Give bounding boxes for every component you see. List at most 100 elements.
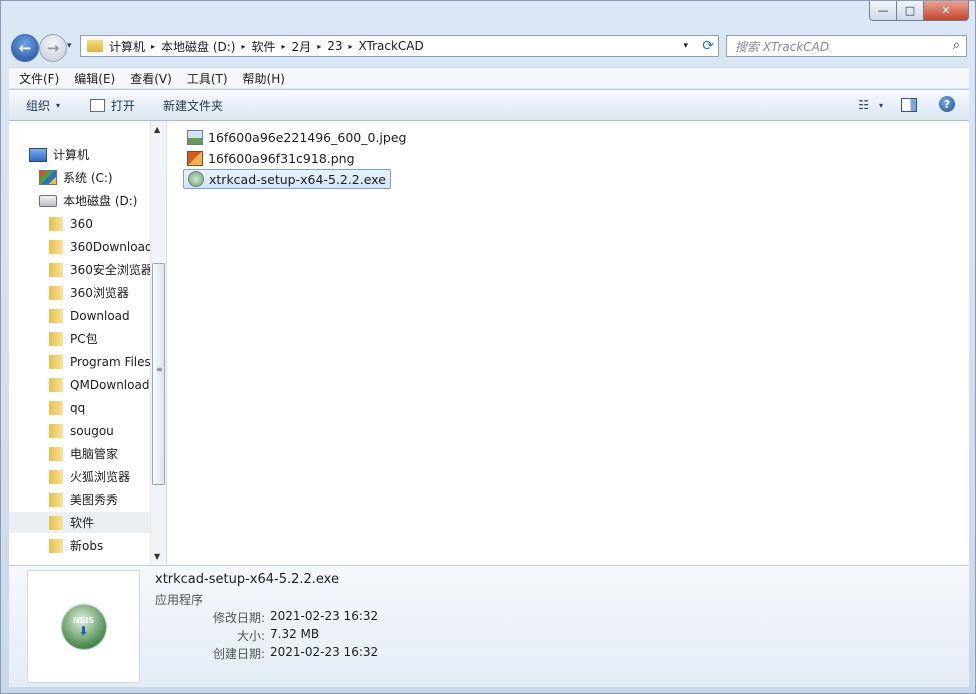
installer-icon [188,171,204,187]
tree-item-drive-c[interactable]: 系统 (C:) [39,167,165,188]
tree-item-folder[interactable]: 火狐浏览器 [49,466,165,487]
scrollbar-thumb[interactable]: ≡ [152,263,165,485]
close-button[interactable]: ✕ [924,1,969,21]
breadcrumb-drive-d[interactable]: 本地磁盘 (D:) ▸ [161,38,251,55]
chevron-right-icon[interactable]: ▸ [348,42,352,51]
address-history-dropdown[interactable]: ▾ [683,41,688,51]
chevron-right-icon[interactable]: ▸ [151,42,155,51]
breadcrumb-february[interactable]: 2月 ▸ [292,38,328,55]
details-value: 2021-02-23 16:32 [270,609,379,623]
folder-icon [49,354,63,369]
tree-label: sougou [70,423,114,438]
organize-button[interactable]: 组织 ▾ [9,97,70,114]
menu-file[interactable]: 文件(F) [9,70,64,87]
organize-label: 组织 [26,98,51,113]
tree-item-folder[interactable]: sougou [49,420,165,441]
tree-label: 360浏览器 [70,286,129,300]
file-item-png[interactable]: 16f600a96f31c918.png [183,148,359,168]
recent-pages-dropdown[interactable]: ▾ [67,41,72,51]
back-button[interactable]: ← [11,34,39,62]
tree-label: 系统 (C:) [63,171,113,185]
tree-item-folder[interactable]: Download [49,305,165,326]
search-icon[interactable]: ⌕ [953,38,960,53]
menu-tools[interactable]: 工具(T) [177,70,233,87]
tree-item-folder[interactable]: Program Files [49,351,165,372]
chevron-right-icon[interactable]: ▸ [282,42,286,51]
breadcrumb-computer[interactable]: 计算机 ▸ [109,38,161,55]
folder-icon [49,515,63,530]
folder-icon [87,40,103,52]
folder-icon [49,538,63,553]
refresh-icon[interactable]: ⟳ [702,38,714,54]
tree-item-folder[interactable]: qq [49,397,165,418]
tree-label: 360 [70,216,93,231]
download-arrow-icon: ⬇ [78,624,89,638]
tree-label: 电脑管家 [70,447,119,461]
view-icon: ☷ [858,98,869,112]
tree-item-folder[interactable]: 360安全浏览器 [49,259,165,280]
open-button[interactable]: 打开 [70,97,145,114]
open-icon [90,98,106,112]
details-file-name: xtrkcad-setup-x64-5.2.2.exe [155,572,339,587]
menu-edit[interactable]: 编辑(E) [64,70,120,87]
scroll-down-icon[interactable]: ▼ [154,552,160,561]
address-bar[interactable]: 计算机 ▸ 本地磁盘 (D:) ▸ 软件 ▸ 2月 ▸ 23 ▸ XTrackCAD ▾ … [80,35,719,57]
tree-item-folder[interactable]: 360Download [49,236,165,257]
details-pane: NSIS ⬇ xtrkcad-setup-x64-5.2.2.exe 应用程序 … [9,565,969,687]
tree-label: 软件 [70,516,95,530]
details-row-created: 创建日期: 2021-02-23 16:32 [155,645,385,662]
search-input[interactable]: 搜索 XTrackCAD [735,38,829,55]
details-label: 创建日期: [212,647,265,661]
scroll-up-icon[interactable]: ▲ [154,125,160,134]
folder-icon [49,446,63,461]
minimize-button[interactable]: — [869,1,897,21]
forward-button[interactable]: → [39,34,67,62]
tree-item-folder[interactable]: 360浏览器 [49,282,165,303]
nav-scrollbar[interactable]: ▲ ≡ ▼ [150,121,166,565]
details-label: 大小: [236,629,265,643]
search-box[interactable]: 搜索 XTrackCAD ⌕ [726,35,967,57]
menu-help[interactable]: 帮助(H) [233,70,290,87]
tree-item-folder-selected[interactable]: 软件 [9,512,165,533]
breadcrumb-xtrackcad[interactable]: XTrackCAD [359,39,424,53]
tree-item-drive-d[interactable]: 本地磁盘 (D:) [39,190,165,211]
chevron-down-icon: ▾ [878,100,883,110]
menu-view[interactable]: 查看(V) [120,70,177,87]
chevron-down-icon: ▾ [56,100,61,110]
details-file-type: 应用程序 [155,593,204,607]
breadcrumb-23[interactable]: 23 ▸ [327,39,358,53]
tree-item-folder[interactable]: 新obs [49,535,165,556]
file-item-exe-selected[interactable]: xtrkcad-setup-x64-5.2.2.exe [183,169,391,189]
maximize-button[interactable]: □ [897,1,924,21]
new-folder-button[interactable]: 新建文件夹 [145,97,233,114]
chevron-right-icon[interactable]: ▸ [242,42,246,51]
computer-icon [29,147,47,162]
change-view-button[interactable]: ☷ ▾ [858,98,883,112]
tree-label: 新obs [70,539,104,553]
folder-icon [49,239,63,254]
file-thumbnail: NSIS ⬇ [27,570,140,683]
tree-label: 美图秀秀 [70,493,119,507]
tree-item-computer[interactable]: 计算机 [29,144,165,165]
tree-item-folder[interactable]: 360 [49,213,165,234]
breadcrumb-label: 2月 [291,39,312,54]
drive-icon [39,194,57,207]
file-item-jpeg[interactable]: 16f600a96e221496_600_0.jpeg [183,127,410,147]
tree-item-folder[interactable]: QMDownload [49,374,165,395]
tree-item-folder[interactable]: 电脑管家 [49,443,165,464]
breadcrumb-label: 软件 [251,39,276,54]
details-value: 7.32 MB [270,627,320,641]
help-icon[interactable]: ? [939,96,955,112]
menu-bar: 文件(F) 编辑(E) 查看(V) 工具(T) 帮助(H) [9,67,969,88]
folder-icon [49,331,63,346]
chevron-right-icon[interactable]: ▸ [317,42,321,51]
breadcrumb-label: 本地磁盘 (D:) [161,39,236,54]
caption-buttons: — □ ✕ [869,1,969,21]
details-value: 2021-02-23 16:32 [270,645,379,659]
tree-item-folder[interactable]: 美图秀秀 [49,489,165,510]
image-file-icon [187,129,203,145]
tree-item-folder[interactable]: PC包 [49,328,165,349]
breadcrumb-software[interactable]: 软件 ▸ [252,38,292,55]
preview-pane-icon[interactable] [901,98,917,112]
details-row-modified: 修改日期: 2021-02-23 16:32 [155,609,385,626]
